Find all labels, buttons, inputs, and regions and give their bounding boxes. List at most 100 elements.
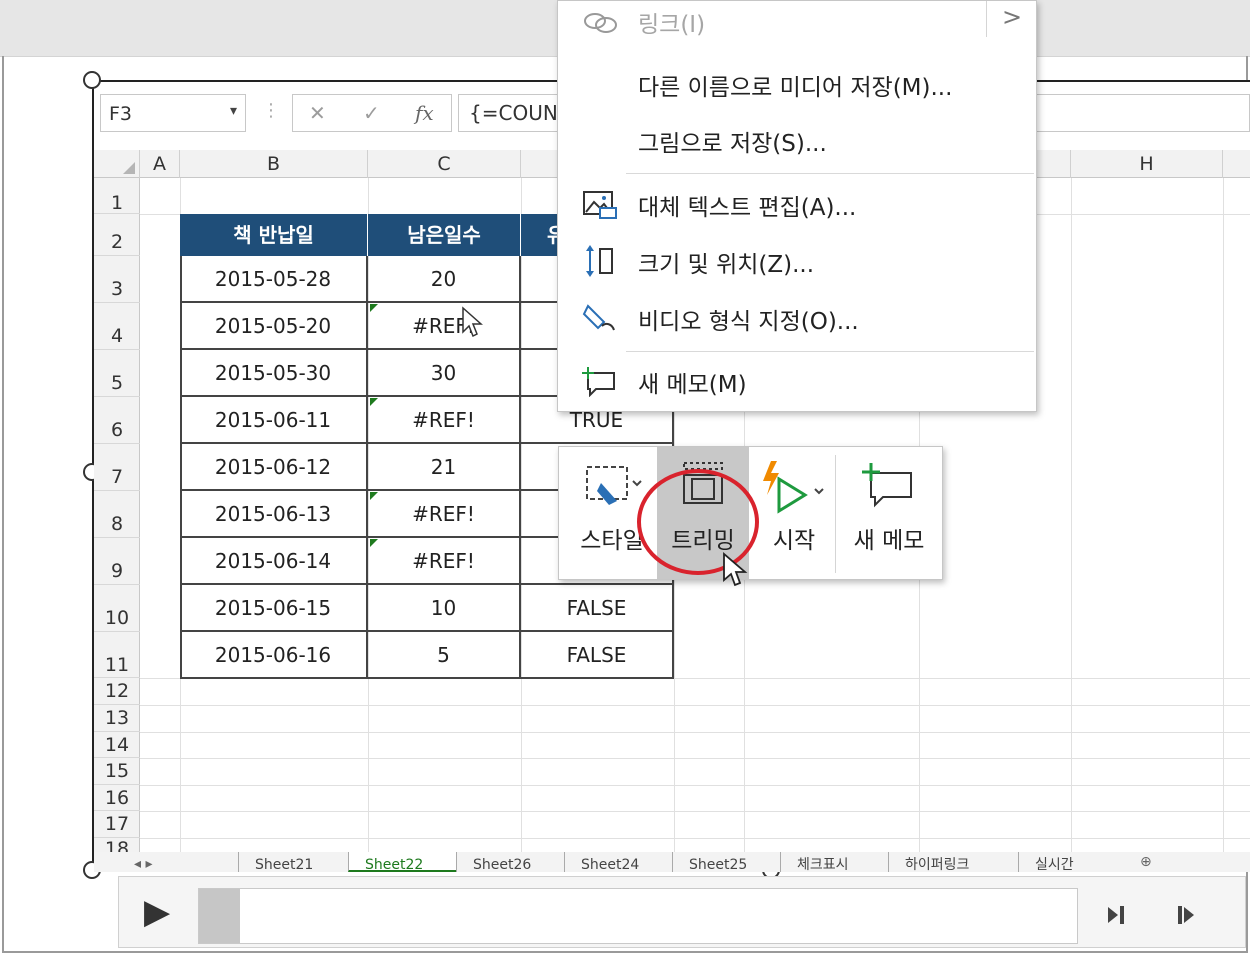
table-cell[interactable]: FALSE xyxy=(521,585,674,632)
table-cell[interactable]: #REF! xyxy=(368,491,521,538)
table-cell[interactable]: 2015-06-14 xyxy=(180,538,368,585)
cancel-icon[interactable]: ✕ xyxy=(309,101,326,125)
toolbar-new-comment-button[interactable]: 새 메모 xyxy=(839,447,939,579)
row-header[interactable]: 12 xyxy=(94,678,140,705)
table-cell[interactable]: 2015-06-15 xyxy=(180,585,368,632)
select-all-corner[interactable] xyxy=(94,150,140,178)
table-cell[interactable]: 5 xyxy=(368,632,521,679)
row-header[interactable]: 9 xyxy=(94,538,140,585)
table-cell[interactable]: FALSE xyxy=(521,632,674,679)
resize-handle-top-left[interactable] xyxy=(83,71,101,89)
table-cell[interactable]: 20 xyxy=(368,256,521,303)
table-cell[interactable]: #REF! xyxy=(368,397,521,444)
table-cell[interactable]: 2015-06-16 xyxy=(180,632,368,679)
menu-item-save-as-picture[interactable]: 그림으로 저장(S)... xyxy=(558,114,1036,164)
row-header[interactable]: 14 xyxy=(94,732,140,758)
table-header-cell[interactable]: 책 반납일 xyxy=(180,214,368,256)
table-cell[interactable]: 2015-05-28 xyxy=(180,256,368,303)
grid-line xyxy=(140,758,1250,759)
sheet-tab[interactable]: Sheet26 xyxy=(456,852,564,872)
table-cell[interactable]: #REF! xyxy=(368,538,521,585)
sheet-tab[interactable]: Sheet24 xyxy=(564,852,672,872)
formula-buttons: ✕ ✓ fx xyxy=(292,94,452,132)
chevron-down-icon[interactable]: ▾ xyxy=(230,103,237,119)
sheet-tab-active[interactable]: Sheet22 xyxy=(348,852,456,872)
menu-separator xyxy=(626,351,1034,352)
row-header[interactable]: 4 xyxy=(94,303,140,350)
menu-separator xyxy=(626,173,1034,174)
row-header[interactable]: 7 xyxy=(94,444,140,491)
row-header[interactable]: 15 xyxy=(94,758,140,785)
grid-line xyxy=(1223,178,1224,852)
size-position-icon xyxy=(586,245,613,277)
link-icon xyxy=(584,13,617,33)
play-icon[interactable]: ▶ xyxy=(144,892,170,932)
column-header-b[interactable]: B xyxy=(180,150,368,178)
row-header[interactable]: 5 xyxy=(94,350,140,397)
sheet-tab[interactable]: Sheet25 xyxy=(672,852,780,872)
grid-line xyxy=(140,811,1250,812)
confirm-icon[interactable]: ✓ xyxy=(363,101,380,125)
row-header[interactable]: 10 xyxy=(94,585,140,632)
menu-item-edit-alt-text[interactable]: 대체 텍스트 편집(A)... xyxy=(558,178,1036,228)
tab-scroll-left-icon[interactable]: ◂ ▸ xyxy=(134,856,153,872)
menu-item-size-position[interactable]: 크기 및 위치(Z)... xyxy=(558,235,1036,285)
sheet-tab[interactable]: Sheet21 xyxy=(238,852,348,872)
sheet-tab[interactable]: 체크표시 xyxy=(780,852,888,872)
drag-handle-icon[interactable]: ⋮ xyxy=(262,100,280,121)
formula-text: {=COUN xyxy=(469,101,558,125)
column-header-a[interactable]: A xyxy=(140,150,180,178)
step-back-icon[interactable] xyxy=(1104,902,1130,928)
table-cell[interactable]: 21 xyxy=(368,444,521,491)
row-header[interactable]: 17 xyxy=(94,811,140,838)
table-cell[interactable]: 2015-05-30 xyxy=(180,350,368,397)
menu-item-format-video[interactable]: 비디오 형식 지정(O)... xyxy=(558,292,1036,342)
menu-item-save-media-as[interactable]: 다른 이름으로 미디어 저장(M)... xyxy=(558,58,1036,108)
menu-item-label: 비디오 형식 지정(O)... xyxy=(638,309,859,335)
row-header[interactable]: 6 xyxy=(94,397,140,444)
menu-item-label: 크기 및 위치(Z)... xyxy=(638,252,815,278)
progress-bar[interactable] xyxy=(198,888,1078,944)
toolbar-separator xyxy=(835,455,836,573)
submenu-divider xyxy=(986,1,987,37)
row-header[interactable]: 2 xyxy=(94,214,140,256)
step-forward-icon[interactable] xyxy=(1174,902,1200,928)
grid-line xyxy=(140,705,1250,706)
error-indicator xyxy=(370,304,378,312)
row-header[interactable]: 3 xyxy=(94,256,140,303)
menu-item-new-comment[interactable]: 새 메모(M) xyxy=(558,355,1036,405)
sheet-tab[interactable]: 하이퍼링크 xyxy=(888,852,1018,872)
alt-text-icon xyxy=(583,191,617,219)
row-header[interactable]: 18 xyxy=(94,838,140,852)
column-header-c[interactable]: C xyxy=(368,150,521,178)
column-header-h[interactable]: H xyxy=(1071,150,1223,178)
table-cell[interactable]: 2015-06-13 xyxy=(180,491,368,538)
table-cell[interactable]: 2015-06-12 xyxy=(180,444,368,491)
table-cell[interactable]: 30 xyxy=(368,350,521,397)
chevron-right-icon: > xyxy=(1002,3,1023,31)
mouse-cursor-icon xyxy=(462,306,483,338)
row-header[interactable]: 11 xyxy=(94,632,140,678)
table-cell[interactable]: 2015-05-20 xyxy=(180,303,368,350)
row-header-bar: 1 2 3 4 5 6 7 8 9 10 11 12 13 14 15 16 1… xyxy=(94,178,140,852)
menu-item-label: 그림으로 저장(S)... xyxy=(638,131,827,157)
row-header[interactable]: 1 xyxy=(94,178,140,214)
error-indicator xyxy=(370,539,378,547)
menu-item-label: 링크(I) xyxy=(638,12,706,38)
table-header-cell[interactable]: 남은일수 xyxy=(368,214,521,256)
menu-item-link[interactable]: 링크(I) > xyxy=(558,1,1036,51)
start-lightning-icon xyxy=(763,461,824,514)
row-header[interactable]: 8 xyxy=(94,491,140,538)
row-header[interactable]: 13 xyxy=(94,705,140,732)
add-sheet-icon[interactable]: ⊕ xyxy=(1140,854,1152,870)
table-cell[interactable]: 2015-06-11 xyxy=(180,397,368,444)
insert-function-icon[interactable]: fx xyxy=(415,101,434,125)
name-box[interactable]: F3 ▾ xyxy=(100,94,246,132)
start-button[interactable]: 시작 xyxy=(751,447,837,579)
row-header[interactable]: 16 xyxy=(94,785,140,811)
table-cell[interactable]: 10 xyxy=(368,585,521,632)
new-comment-icon xyxy=(862,463,912,508)
table-cell[interactable]: #REF! xyxy=(368,303,521,350)
sheet-tab[interactable]: 실시간 xyxy=(1018,852,1118,872)
error-indicator xyxy=(370,492,378,500)
